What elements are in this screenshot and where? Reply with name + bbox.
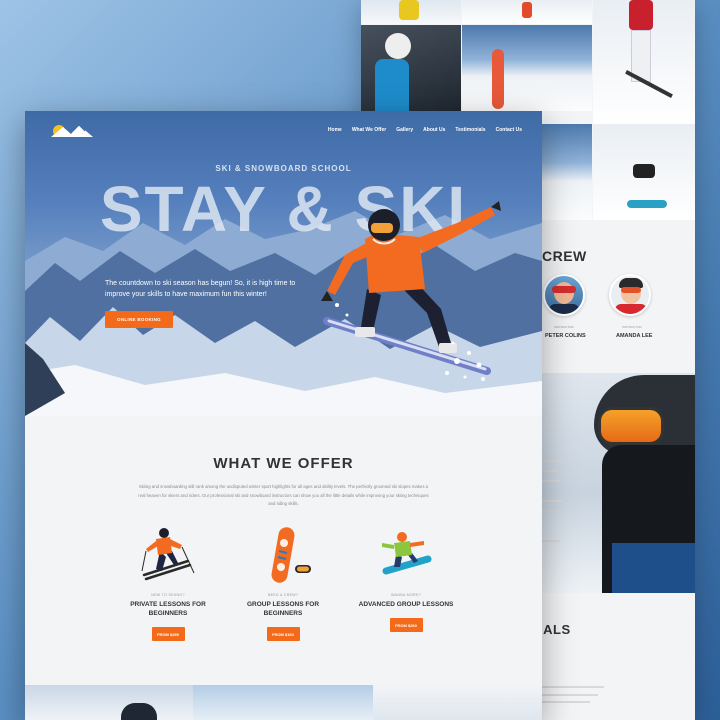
- nav-testimonials[interactable]: Testimonials: [455, 127, 485, 133]
- hero-section: Home What We Offer Gallery About Us Test…: [25, 111, 542, 416]
- top-navigation: Home What We Offer Gallery About Us Test…: [328, 127, 522, 133]
- snowboarder-illustration-icon: [351, 523, 461, 587]
- avatar: [609, 274, 651, 316]
- card-kicker: NEED A CREW?: [267, 593, 299, 597]
- logo[interactable]: [49, 121, 95, 141]
- offer-card-group: NEED A CREW? GROUP LESSONS FOR BEGINNERS…: [228, 523, 338, 641]
- offer-card-advanced: WANNA MORE? ADVANCED GROUP LESSONS FROM …: [351, 523, 461, 632]
- gallery-photo: [542, 124, 592, 220]
- offer-description: Skiing and snowboarding still rank among…: [138, 484, 429, 506]
- price-button[interactable]: FROM $290: [151, 627, 185, 641]
- card-title: ADVANCED GROUP LESSONS: [358, 601, 454, 608]
- card-title: GROUP LESSONS FOR BEGINNERS: [246, 601, 320, 617]
- nav-gallery[interactable]: Gallery: [396, 127, 413, 133]
- crew-role: INSTRUCTOR: [622, 325, 642, 329]
- gallery-photo: [593, 124, 695, 220]
- offer-section-title: WHAT WE OFFER: [213, 455, 354, 472]
- crew-name: AMANDA LEE: [616, 333, 653, 339]
- gallery-photo: [25, 685, 193, 720]
- hero-eyebrow: SKI & SNOWBOARD SCHOOL: [215, 164, 352, 173]
- price-button[interactable]: FROM $260: [389, 618, 423, 632]
- online-booking-button[interactable]: ONLINE BOOKING: [105, 311, 173, 328]
- nav-home[interactable]: Home: [328, 127, 342, 133]
- crew-role: INSTRUCTOR: [554, 325, 574, 329]
- mountain-sun-logo-icon: [51, 124, 93, 137]
- gallery-photo: [193, 685, 373, 720]
- testimonials-title: IALS: [539, 622, 571, 637]
- avatar: [543, 274, 585, 316]
- card-kicker: NEW TO SKIING?: [151, 593, 185, 597]
- gallery-strip: [25, 685, 542, 720]
- offer-card-private: NEW TO SKIING? PRIVATE LESSONS FOR BEGIN…: [113, 523, 223, 641]
- gallery-photo: [462, 25, 592, 111]
- gallery-photo: [373, 685, 542, 720]
- price-button[interactable]: FROM $160: [266, 627, 300, 641]
- crew-name: PETER COLINS: [545, 333, 586, 339]
- skier-illustration-icon: [113, 523, 223, 587]
- snowboard-goggles-illustration-icon: [228, 523, 338, 587]
- nav-contact-us[interactable]: Contact Us: [496, 127, 522, 133]
- gallery-photo: [361, 0, 461, 24]
- landing-page: Home What We Offer Gallery About Us Test…: [25, 111, 542, 720]
- snowboarder-hero-image: [321, 201, 501, 381]
- card-title: PRIVATE LESSONS FOR BEGINNERS: [130, 601, 206, 617]
- gallery-photo: [462, 0, 592, 24]
- card-kicker: WANNA MORE?: [390, 593, 422, 597]
- gallery-photo: [361, 25, 461, 111]
- gallery-photo: [593, 0, 695, 124]
- hero-description: The countdown to ski season has begun! S…: [105, 280, 296, 298]
- about-photo: [542, 373, 695, 593]
- nav-about-us[interactable]: About Us: [423, 127, 445, 133]
- nav-what-we-offer[interactable]: What We Offer: [352, 127, 386, 133]
- crew-section-title: CREW: [542, 248, 587, 264]
